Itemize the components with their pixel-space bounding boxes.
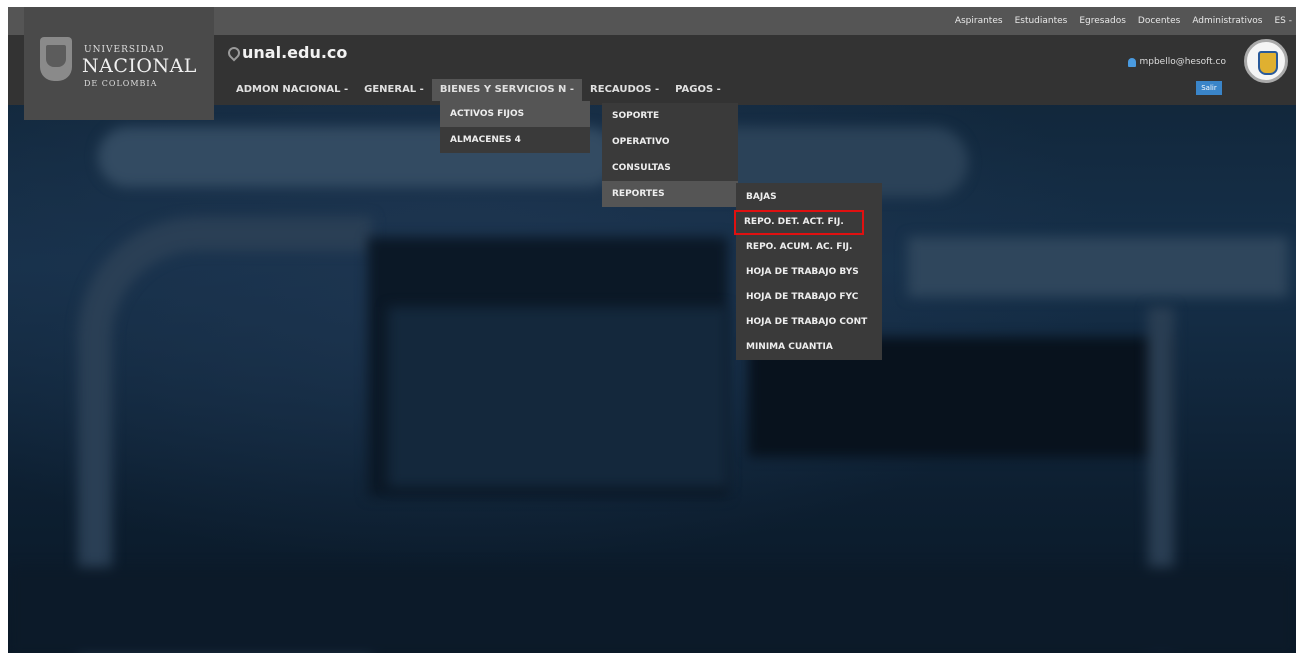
menu-minima-cuantia[interactable]: MINIMA CUANTIA [736,335,882,360]
bienes-dropdown: ACTIVOS FIJOS ALMACENES 4 [440,101,590,153]
menu-hoja-trabajo-cont[interactable]: HOJA DE TRABAJO CONT [736,310,882,335]
menu-repo-acum-ac-fij[interactable]: REPO. ACUM. AC. FIJ. [736,235,882,260]
user-email: mpbello@hesoft.co [1139,57,1226,67]
nav-pagos[interactable]: PAGOS - [667,79,729,101]
nav-admon-nacional[interactable]: ADMON NACIONAL - [228,79,356,101]
menu-activos-fijos[interactable]: ACTIVOS FIJOS [440,101,590,127]
colombia-seal-icon [1244,39,1288,83]
language-selector[interactable]: ES - [1274,16,1292,26]
nav-bienes-y-servicios[interactable]: BIENES Y SERVICIOS N - [431,79,583,101]
user-icon [1128,57,1137,67]
menu-bajas[interactable]: BAJAS [736,185,882,210]
page-frame: Aspirantes Estudiantes Egresados Docente… [8,7,1296,653]
logo-line-2: NACIONAL [82,55,197,77]
menu-hoja-trabajo-bys[interactable]: HOJA DE TRABAJO BYS [736,260,882,285]
nav-general[interactable]: GENERAL - [356,79,432,101]
menu-soporte[interactable]: SOPORTE [602,103,738,129]
logo-line-1: UNIVERSIDAD [84,45,165,55]
top-link-estudiantes[interactable]: Estudiantes [1015,16,1068,26]
menu-consultas[interactable]: CONSULTAS [602,155,738,181]
user-info[interactable]: mpbello@hesoft.co [1128,57,1226,67]
top-link-egresados[interactable]: Egresados [1079,16,1126,26]
top-link-docentes[interactable]: Docentes [1138,16,1180,26]
logout-button[interactable]: Salir [1196,81,1222,95]
activos-fijos-dropdown: SOPORTE OPERATIVO CONSULTAS REPORTES [602,103,738,207]
logo-line-3: DE COLOMBIA [84,79,158,88]
site-domain[interactable]: unal.edu.co [226,43,347,62]
menu-hoja-trabajo-fyc[interactable]: HOJA DE TRABAJO FYC [736,285,882,310]
menu-repo-det-act-fij[interactable]: REPO. DET. ACT. FIJ. [734,210,864,235]
nav-recaudos[interactable]: RECAUDOS - [582,79,667,101]
coat-of-arms-icon [40,37,72,81]
university-logo[interactable]: UNIVERSIDAD NACIONAL DE COLOMBIA [24,7,214,120]
reportes-dropdown: BAJAS REPO. DET. ACT. FIJ. REPO. ACUM. A… [734,183,882,360]
menu-operativo[interactable]: OPERATIVO [602,129,738,155]
top-link-aspirantes[interactable]: Aspirantes [955,16,1003,26]
top-link-administrativos[interactable]: Administrativos [1192,16,1262,26]
main-nav: ADMON NACIONAL - GENERAL - BIENES Y SERV… [228,79,729,101]
menu-reportes[interactable]: REPORTES [602,181,738,207]
menu-almacenes[interactable]: ALMACENES 4 [440,127,590,153]
